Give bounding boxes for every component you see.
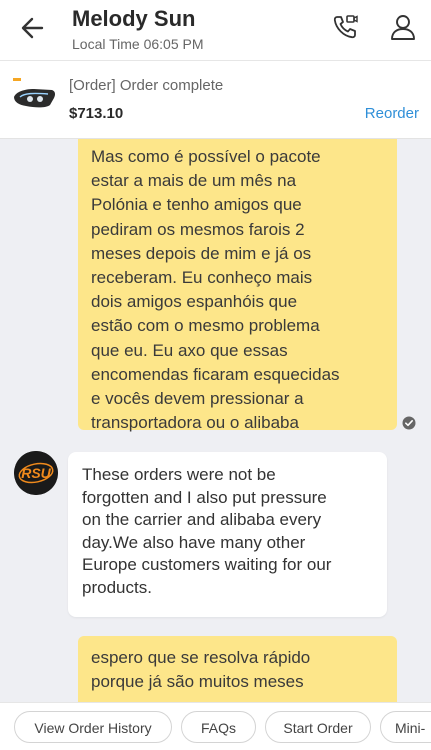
- read-check-icon: [402, 416, 416, 430]
- user-icon: [391, 15, 415, 40]
- reorder-button[interactable]: Reorder: [365, 105, 419, 122]
- outgoing-message: espero que se resolva rápido porque já s…: [78, 636, 397, 702]
- avatar[interactable]: RSU: [14, 451, 58, 495]
- call-button[interactable]: [330, 12, 360, 42]
- mini-button[interactable]: Mini-: [380, 711, 431, 743]
- order-status: [Order] Order complete: [69, 77, 224, 94]
- headlight-icon: [13, 78, 56, 108]
- avatar-logo-text: RSU: [21, 465, 51, 481]
- outgoing-message: Mas como é possível o pacote estar a mai…: [78, 139, 397, 432]
- start-order-button[interactable]: Start Order: [265, 711, 371, 743]
- faqs-button[interactable]: FAQs: [181, 711, 256, 743]
- profile-button[interactable]: [388, 12, 418, 42]
- back-button[interactable]: [18, 14, 50, 42]
- order-card[interactable]: [Order] Order complete $713.10 Reorder: [0, 61, 431, 139]
- message-list[interactable]: Mas como é possível o pacote estar a mai…: [0, 139, 431, 702]
- order-price: $713.10: [69, 105, 124, 122]
- arrow-left-icon: [21, 17, 44, 39]
- view-order-history-button[interactable]: View Order History: [14, 711, 172, 743]
- local-time: Local Time 06:05 PM: [72, 36, 204, 52]
- phone-video-icon: [333, 15, 358, 39]
- quick-actions-bar: View Order History FAQs Start Order Mini…: [0, 702, 431, 750]
- order-thumbnail: [10, 77, 58, 117]
- contact-name: Melody Sun: [72, 6, 196, 31]
- incoming-message: These orders were not be forgotten and I…: [68, 452, 387, 617]
- store-logo-icon: RSU: [14, 451, 58, 495]
- chat-header: Melody Sun Local Time 06:05 PM: [0, 0, 431, 61]
